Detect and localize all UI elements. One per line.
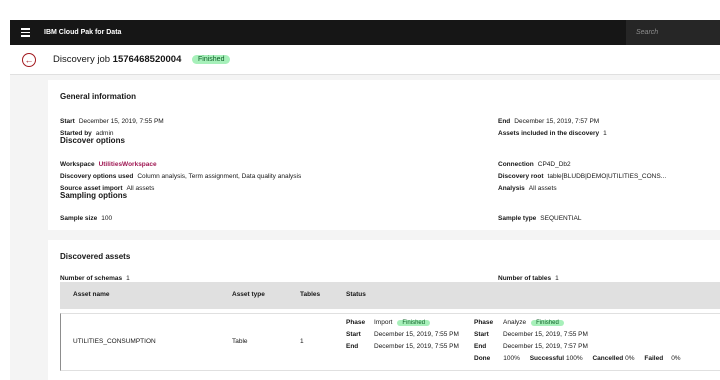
- source-import-value: All assets: [126, 185, 155, 192]
- successful-value: 100%: [566, 355, 583, 362]
- import-end-label: End: [346, 343, 359, 350]
- back-arrow-icon[interactable]: ←: [22, 53, 36, 67]
- analyze-end-value: December 15, 2019, 7:57 PM: [503, 343, 588, 350]
- cancelled-label: Cancelled: [592, 355, 624, 362]
- column-header-tables[interactable]: Tables: [300, 291, 320, 298]
- analyze-phase-label: Phase: [474, 319, 494, 326]
- discovery-root-value: table[BLUDB|DEMO|UTILITIES_CONS...: [547, 173, 667, 180]
- table-header: Asset name Asset type Tables Status: [60, 282, 720, 309]
- analyze-phase-value: Analyze Finished: [503, 319, 564, 326]
- assets-included-value: 1: [603, 130, 607, 137]
- analyze-end-label: End: [474, 343, 487, 350]
- brand-prefix: IBM: [44, 29, 57, 36]
- import-phase-value: Import Finished: [374, 319, 431, 326]
- table-row[interactable]: UTILITIES_CONSUMPTION Table 1 Phase Impo…: [60, 313, 720, 371]
- analysis-value: All assets: [528, 185, 557, 192]
- sample-size-value: 100: [101, 215, 113, 222]
- sample-size-label: Sample size: [60, 215, 98, 222]
- sample-type-label: Sample type: [498, 215, 537, 222]
- sample-type-value: SEQUENTIAL: [540, 215, 582, 222]
- sampling-options-heading: Sampling options: [60, 191, 128, 200]
- import-start-value: December 15, 2019, 7:55 PM: [374, 331, 459, 338]
- page-header: ← Discovery job 1576468520004 Finished: [10, 45, 720, 75]
- analysis-label: Analysis: [498, 185, 525, 192]
- progress-summary: Done 100% Successful 100% Cancelled 0% Fail…: [474, 355, 681, 362]
- discovered-assets-heading: Discovered assets: [60, 252, 131, 261]
- options-used-value: Column analysis, Term assignment, Data q…: [137, 173, 302, 180]
- schemas-count-label: Number of schemas: [60, 275, 123, 282]
- failed-label: Failed: [644, 355, 664, 362]
- discovered-assets-table: Asset name Asset type Tables Status UTIL…: [60, 282, 720, 374]
- import-phase-label: Phase: [346, 319, 366, 326]
- product-brand[interactable]: IBM Cloud Pak for Data: [44, 29, 121, 36]
- assets-included-label: Assets included in the discovery: [498, 130, 600, 137]
- schemas-count-value: 1: [126, 275, 130, 282]
- column-header-status[interactable]: Status: [346, 291, 366, 298]
- done-value: 100%: [503, 355, 520, 362]
- tables-cell: 1: [300, 338, 304, 345]
- top-navigation-bar: IBM Cloud Pak for Data Search: [10, 20, 720, 45]
- brand-name: Cloud Pak for Data: [58, 29, 122, 36]
- column-header-asset-name[interactable]: Asset name: [73, 291, 110, 298]
- tables-count-label: Number of tables: [498, 275, 552, 282]
- title-prefix: Discovery job: [53, 54, 111, 65]
- search-input[interactable]: Search: [626, 20, 720, 45]
- discover-options-heading: Discover options: [60, 136, 125, 145]
- sample-size-field: Sample size 100: [60, 207, 112, 225]
- done-label: Done: [474, 355, 491, 362]
- import-status-badge: Finished: [397, 320, 431, 326]
- asset-name-cell: UTILITIES_CONSUMPTION: [73, 338, 156, 345]
- tables-count-value: 1: [555, 275, 559, 282]
- analyze-start-label: Start: [474, 331, 489, 338]
- analysis-field: Analysis All assets: [498, 177, 557, 195]
- status-badge: Finished: [192, 55, 231, 64]
- analyze-status-badge: Finished: [531, 320, 564, 326]
- cancelled-value: 0%: [625, 355, 635, 362]
- import-phase-name: Import: [374, 319, 393, 326]
- main-content: General information Start December 15, 20…: [10, 75, 720, 380]
- menu-icon[interactable]: [10, 20, 40, 45]
- discovered-assets-card: Discovered assets Number of schemas 1 Num…: [48, 240, 720, 380]
- sample-type-field: Sample type SEQUENTIAL: [498, 207, 581, 225]
- import-end-value: December 15, 2019, 7:55 PM: [374, 343, 459, 350]
- column-header-asset-type[interactable]: Asset type: [232, 291, 265, 298]
- analyze-start-value: December 15, 2019, 7:55 PM: [503, 331, 588, 338]
- successful-label: Successful: [529, 355, 565, 362]
- general-information-heading: General information: [60, 92, 137, 101]
- job-details-card: General information Start December 15, 20…: [48, 80, 720, 230]
- assets-included-field: Assets included in the discovery 1: [498, 122, 607, 140]
- analyze-phase-name: Analyze: [503, 319, 527, 326]
- job-id: 1576468520004: [112, 54, 182, 65]
- page-title: Discovery job 1576468520004 Finished: [53, 54, 231, 65]
- asset-type-cell: Table: [232, 338, 248, 345]
- failed-value: 0%: [671, 355, 681, 362]
- import-start-label: Start: [346, 331, 361, 338]
